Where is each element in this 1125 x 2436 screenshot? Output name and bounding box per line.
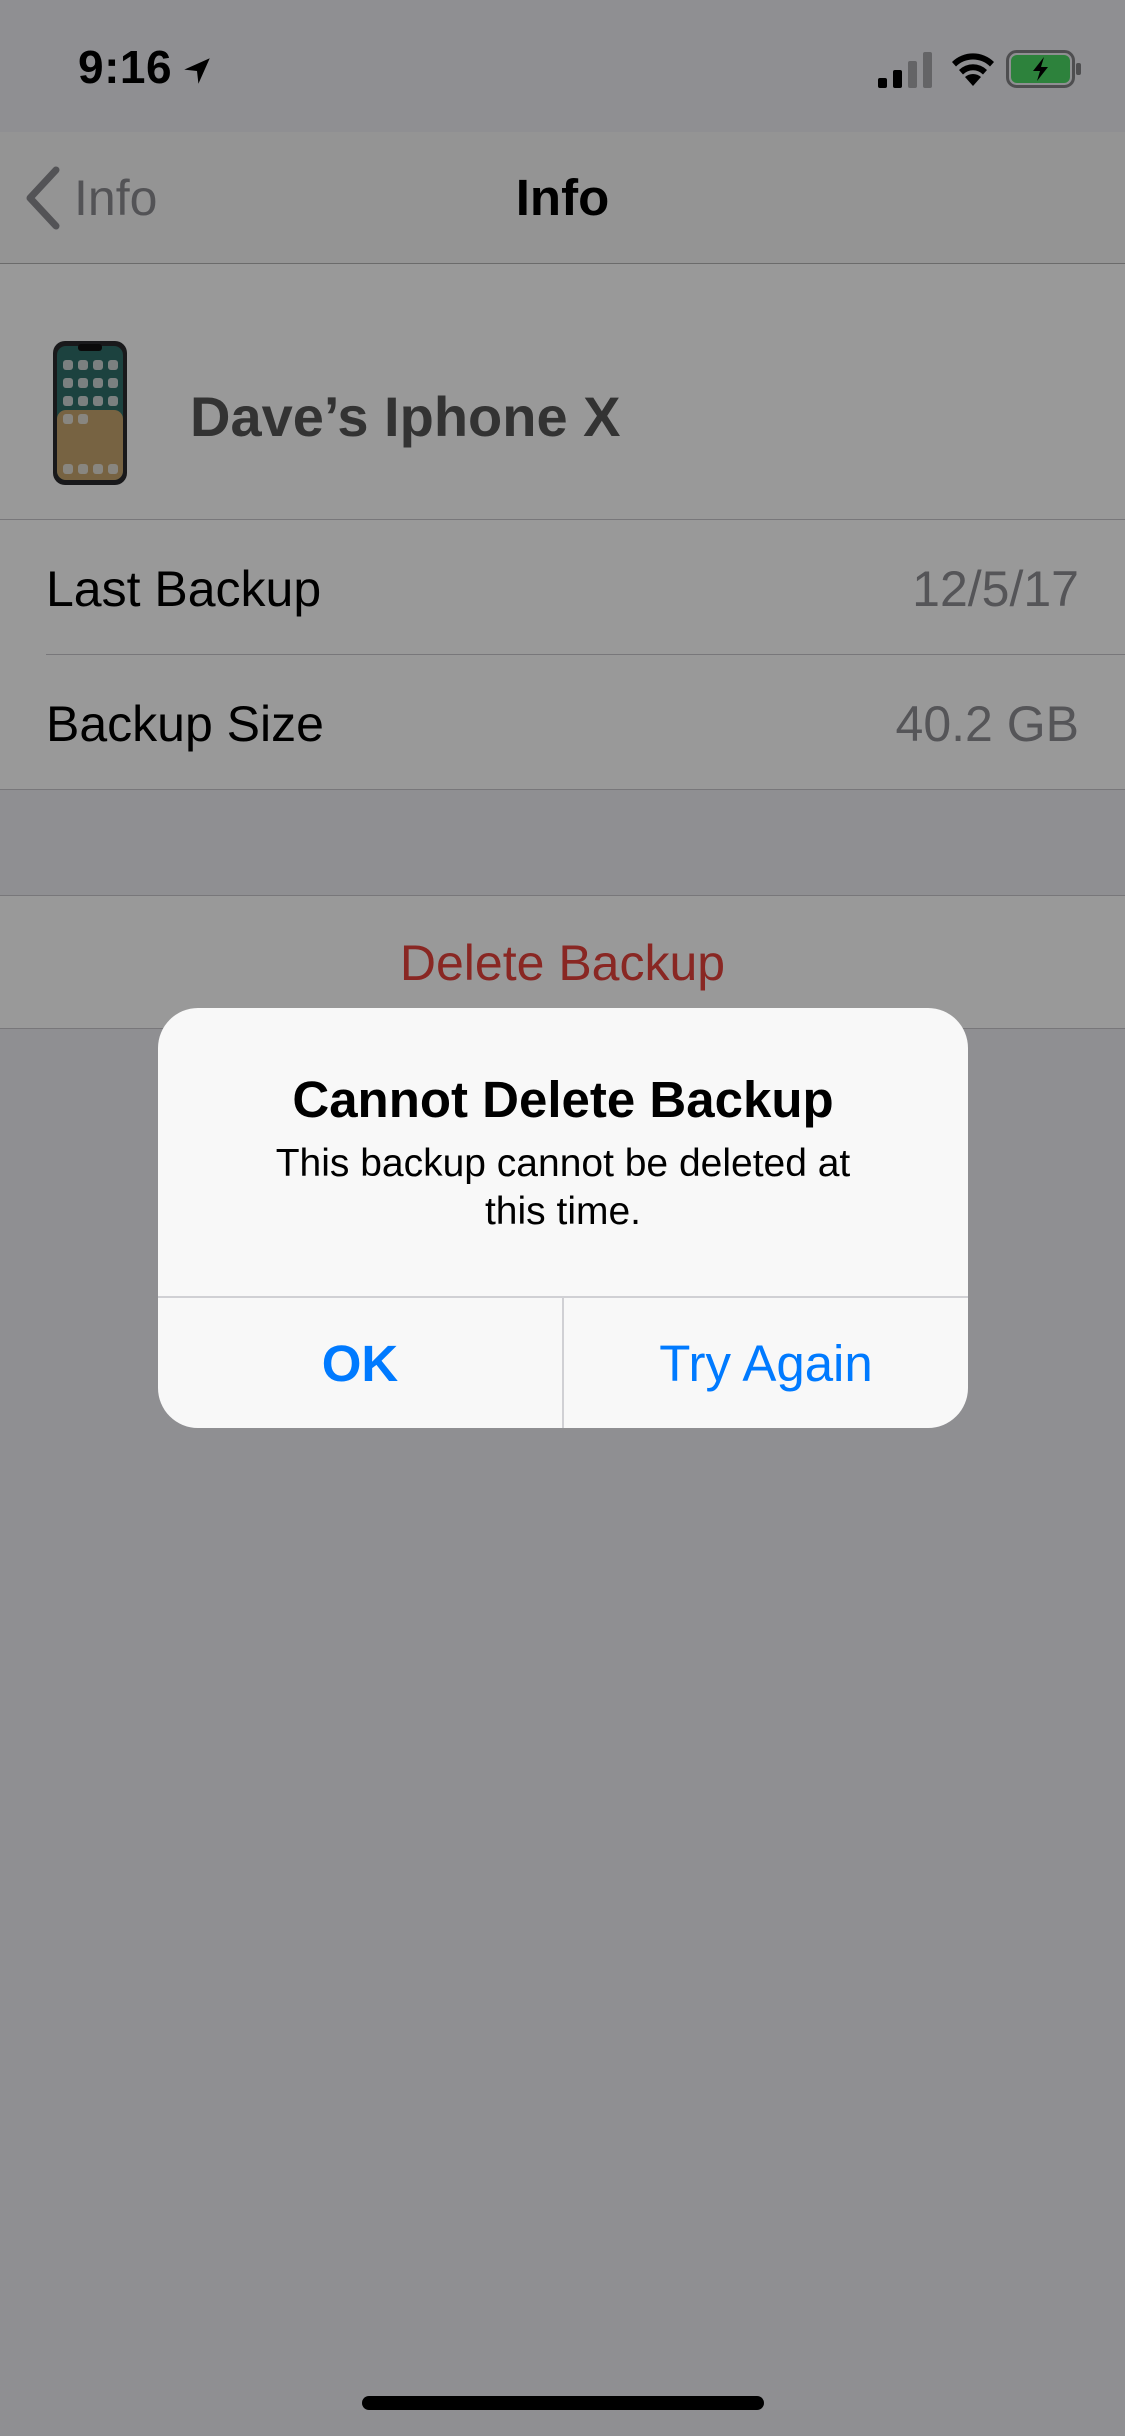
screen: 9:16 Info Info Dave’s Iphone X Last Back…	[0, 0, 1125, 2436]
ok-button[interactable]: OK	[158, 1298, 562, 1428]
try-again-button[interactable]: Try Again	[564, 1298, 968, 1428]
alert-message: This backup cannot be deleted at this ti…	[275, 1142, 851, 1233]
alert-dialog: Cannot Delete Backup This backup cannot …	[158, 1008, 968, 1428]
home-indicator[interactable]	[362, 2396, 764, 2410]
alert-title: Cannot Delete Backup	[292, 1071, 834, 1128]
